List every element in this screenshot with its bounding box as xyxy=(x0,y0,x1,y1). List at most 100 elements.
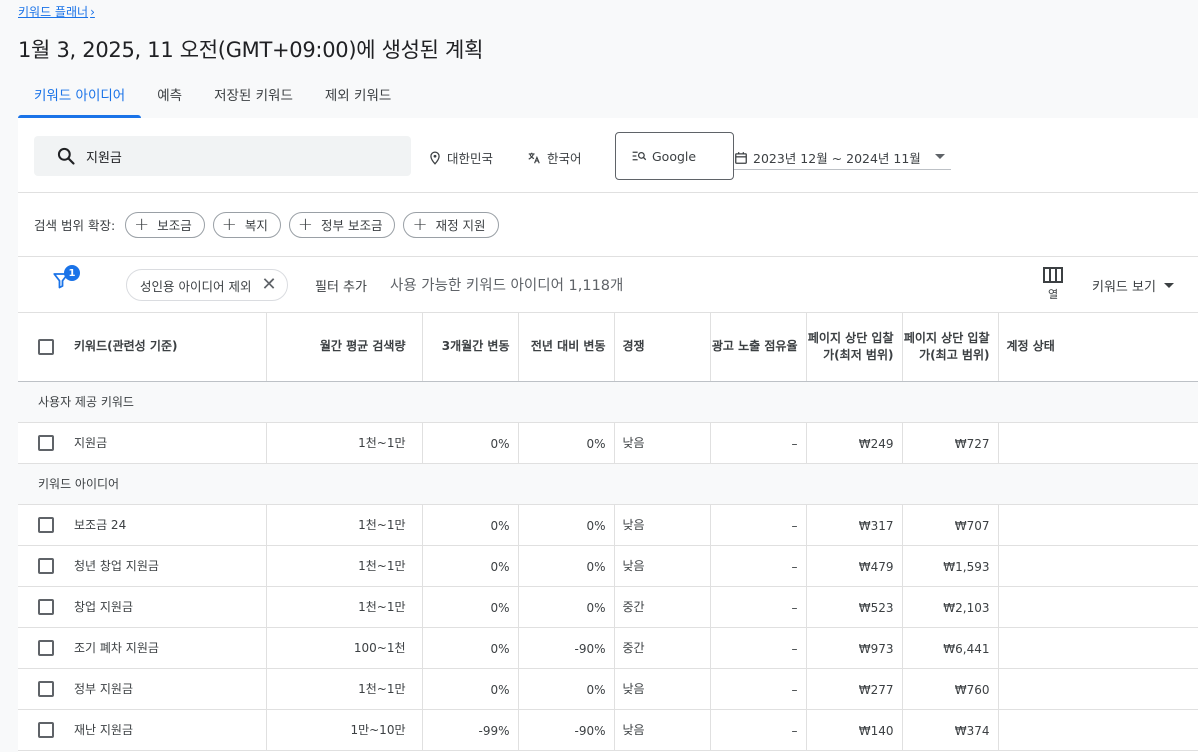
location-selector[interactable]: 대한민국 xyxy=(428,148,493,167)
table-row[interactable]: 청년 창업 지원금 1천~1만 0% 0% 낮음 – ₩479 ₩1,593 xyxy=(18,545,1198,587)
section-row-user-keywords: 사용자 제공 키워드 xyxy=(18,381,1198,423)
monthly-volume-cell: 100~1천 xyxy=(266,627,423,669)
close-icon[interactable]: ✕ xyxy=(261,276,276,294)
table-row[interactable]: 창업 지원금 1천~1만 0% 0% 중간 – ₩523 ₩2,103 xyxy=(18,586,1198,628)
tab-negative-keywords[interactable]: 제외 키워드 xyxy=(309,78,407,118)
breadcrumb[interactable]: 키워드 플래너 › xyxy=(18,3,95,20)
broaden-chip-welfare[interactable]: + 복지 xyxy=(212,211,281,238)
bid-high-cell: ₩707 xyxy=(902,504,999,546)
available-ideas-count: 사용 가능한 키워드 아이디어 1,118개 xyxy=(390,278,624,294)
competition-cell: 낮음 xyxy=(614,668,711,710)
account-status-cell xyxy=(998,545,1198,587)
row-checkbox[interactable] xyxy=(38,721,54,738)
section-label: 사용자 제공 키워드 xyxy=(18,381,1198,423)
bid-high-cell: ₩760 xyxy=(902,668,999,710)
columns-button[interactable]: 열 xyxy=(1042,267,1064,302)
tab-saved-keywords[interactable]: 저장된 키워드 xyxy=(198,78,309,118)
three-month-change-cell: 0% xyxy=(422,422,519,464)
account-status-cell xyxy=(998,422,1198,464)
keyword-cell: 정부 지원금 xyxy=(18,668,267,710)
columns-label: 열 xyxy=(1047,288,1059,301)
impression-share-cell: – xyxy=(710,422,807,464)
header-bid-high[interactable]: 페이지 상단 입찰가(최고 범위) xyxy=(902,313,999,382)
header-three-month-change[interactable]: 3개월간 변동 xyxy=(422,313,519,382)
header-keyword[interactable]: 키워드(관련성 기준) xyxy=(18,313,267,382)
impression-share-cell: – xyxy=(710,545,807,587)
breadcrumb-link[interactable]: 키워드 플래너 xyxy=(18,3,88,20)
bid-high-cell: ₩6,441 xyxy=(902,627,999,669)
keyword-cell: 청년 창업 지원금 xyxy=(18,545,267,587)
location-label: 대한민국 xyxy=(447,151,494,166)
table-row[interactable]: 조기 폐차 지원금 100~1천 0% -90% 중간 – ₩973 ₩6,44… xyxy=(18,627,1198,669)
bid-high-cell: ₩727 xyxy=(902,422,999,464)
active-filter-chip[interactable]: 성인용 아이디어 제외 ✕ xyxy=(126,269,288,301)
bid-high-cell: ₩374 xyxy=(902,709,999,751)
bid-high-cell: ₩1,593 xyxy=(902,545,999,587)
yoy-change-cell: -90% xyxy=(518,709,615,751)
yoy-change-cell: 0% xyxy=(518,586,615,628)
filter-count-badge: 1 xyxy=(64,265,80,281)
keyword-cell: 재난 지원금 xyxy=(18,709,267,751)
add-filter-button[interactable]: 필터 추가 xyxy=(315,276,367,295)
calendar-icon xyxy=(735,151,747,164)
monthly-volume-cell: 1천~1만 xyxy=(266,422,423,464)
table-row[interactable]: 지원금 1천~1만 0% 0% 낮음 – ₩249 ₩727 xyxy=(18,422,1198,464)
row-checkbox[interactable] xyxy=(38,434,54,451)
broaden-chip-financial-aid[interactable]: + 재정 지원 xyxy=(403,211,499,238)
account-status-cell xyxy=(998,709,1198,751)
search-row: 대한민국 한국어 Google 2023년 12월 ~ 2024년 11월 xyxy=(18,118,1198,193)
competition-cell: 낮음 xyxy=(614,422,711,464)
table-row[interactable]: 보조금 24 1천~1만 0% 0% 낮음 – ₩317 ₩707 xyxy=(18,504,1198,546)
three-month-change-cell: 0% xyxy=(422,668,519,710)
section-label: 키워드 아이디어 xyxy=(18,463,1198,505)
date-range-selector[interactable]: 2023년 12월 ~ 2024년 11월 xyxy=(734,146,951,170)
broaden-chip-subsidy[interactable]: + 보조금 xyxy=(125,211,205,238)
broaden-search-row: 검색 범위 확장: + 보조금 + 복지 + 정부 보조금 + 재정 지원 xyxy=(18,193,1198,257)
bid-low-cell: ₩479 xyxy=(806,545,903,587)
yoy-change-cell: 0% xyxy=(518,545,615,587)
search-network-icon xyxy=(632,151,647,161)
yoy-change-cell: -90% xyxy=(518,627,615,669)
select-all-checkbox[interactable] xyxy=(38,338,54,355)
header-bid-low[interactable]: 페이지 상단 입찰가(최저 범위) xyxy=(806,313,903,382)
competition-cell: 낮음 xyxy=(614,709,711,751)
monthly-volume-cell: 1천~1만 xyxy=(266,504,423,546)
broaden-chip-gov-subsidy[interactable]: + 정부 보조금 xyxy=(288,211,396,238)
row-checkbox[interactable] xyxy=(38,639,54,656)
impression-share-cell: – xyxy=(710,504,807,546)
tab-forecast[interactable]: 예측 xyxy=(141,78,198,118)
header-impression-share[interactable]: 광고 노출 점유율 xyxy=(710,313,807,382)
chip-label: 복지 xyxy=(244,218,268,233)
monthly-volume-cell: 1만~10만 xyxy=(266,709,423,751)
plus-icon: + xyxy=(297,213,313,235)
three-month-change-cell: 0% xyxy=(422,545,519,587)
chip-label: 정부 보조금 xyxy=(320,218,383,233)
row-checkbox[interactable] xyxy=(38,680,54,697)
search-network-button[interactable]: Google xyxy=(615,132,734,180)
header-yoy-change[interactable]: 전년 대비 변동 xyxy=(518,313,615,382)
chip-label: 재정 지원 xyxy=(435,218,486,233)
language-selector[interactable]: 한국어 xyxy=(526,148,582,167)
tab-keyword-ideas[interactable]: 키워드 아이디어 xyxy=(18,78,142,118)
account-status-cell xyxy=(998,586,1198,628)
row-checkbox[interactable] xyxy=(38,557,54,574)
row-checkbox[interactable] xyxy=(38,516,54,533)
table-header-row: 키워드(관련성 기준) 월간 평균 검색량 3개월간 변동 전년 대비 변동 경… xyxy=(18,313,1198,382)
table-row[interactable]: 재난 지원금 1만~10만 -99% -90% 낮음 – ₩140 ₩374 xyxy=(18,709,1198,751)
impression-share-cell: – xyxy=(710,709,807,751)
header-monthly-volume[interactable]: 월간 평균 검색량 xyxy=(266,313,423,382)
translate-icon xyxy=(528,152,540,163)
impression-share-cell: – xyxy=(710,627,807,669)
keyword-text: 재난 지원금 xyxy=(74,723,134,737)
competition-cell: 중간 xyxy=(614,586,711,628)
header-account-status[interactable]: 계정 상태 xyxy=(998,313,1198,382)
search-box[interactable] xyxy=(34,136,411,176)
search-input[interactable] xyxy=(86,148,366,164)
plus-icon: + xyxy=(134,213,150,235)
header-competition[interactable]: 경쟁 xyxy=(614,313,711,382)
row-checkbox[interactable] xyxy=(38,598,54,615)
keyword-view-dropdown[interactable]: 키워드 보기 xyxy=(1092,276,1174,295)
impression-share-cell: – xyxy=(710,586,807,628)
table-row[interactable]: 정부 지원금 1천~1만 0% 0% 낮음 – ₩277 ₩760 xyxy=(18,668,1198,710)
chip-label: 보조금 xyxy=(157,218,192,233)
